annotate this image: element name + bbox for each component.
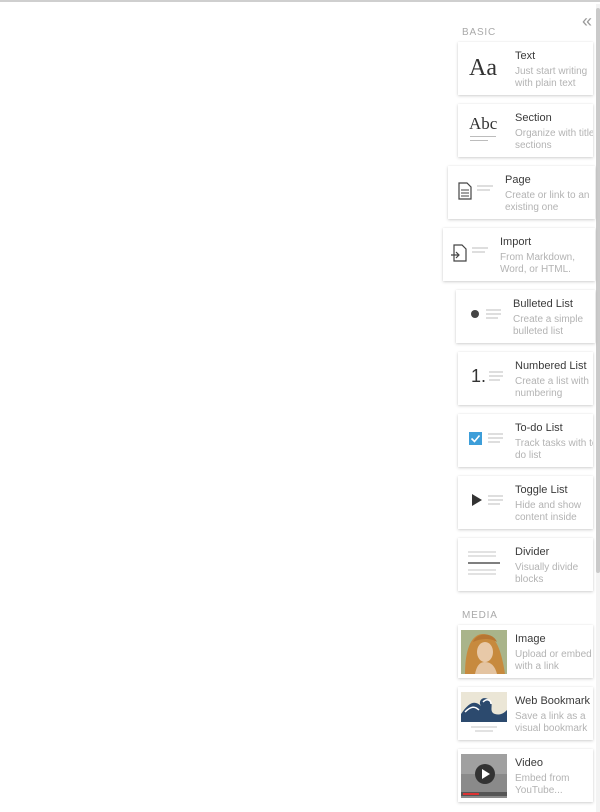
section-icon-glyph: Abc [469, 114, 498, 133]
text-icon-glyph: Aa [469, 55, 497, 81]
block-title: Import [500, 236, 532, 248]
block-video[interactable]: Video Embed from YouTube... [458, 749, 593, 802]
block-title: Image [515, 633, 546, 645]
block-title: Web Bookmark [515, 695, 590, 707]
block-description: Visually divide blocks [515, 562, 579, 585]
block-description: Save a link as a visual bookmark [515, 711, 588, 734]
block-title: Toggle List [515, 484, 568, 496]
block-description: Just start writing with plain text [515, 66, 588, 89]
page-icon [448, 166, 501, 219]
scrollbar-thumb[interactable] [596, 8, 600, 573]
numbered-list-icon: 1. [458, 352, 511, 405]
block-page[interactable]: Page Create or link to an existing one [448, 166, 595, 219]
block-title: Section [515, 112, 552, 124]
block-description: Upload or embed with a link [515, 649, 592, 672]
block-title: Video [515, 757, 543, 769]
block-section[interactable]: Abc Section Organize with titled section… [458, 104, 593, 157]
block-numbered-list[interactable]: 1. Numbered List Create a list with numb… [458, 352, 593, 405]
block-description: Create or link to an existing one [505, 190, 590, 213]
block-description: Organize with titled sections [515, 128, 593, 151]
bookmark-thumbnail [458, 687, 511, 740]
block-title: Divider [515, 546, 550, 558]
block-title: Numbered List [515, 360, 587, 372]
block-title: To-do List [515, 422, 563, 434]
block-todo-list[interactable]: To-do List Track tasks with to-do list [458, 414, 593, 467]
block-web-bookmark[interactable]: Web Bookmark Save a link as a visual boo… [458, 687, 593, 740]
bulleted-list-icon [456, 290, 509, 343]
block-title: Bulleted List [513, 298, 573, 310]
divider-icon [458, 538, 511, 591]
section-label-media: MEDIA [462, 610, 498, 621]
section-icon: Abc [458, 104, 511, 157]
block-description: Create a list with numbering [515, 376, 589, 399]
toggle-triangle-icon [458, 476, 511, 529]
portrait-image-icon [461, 630, 507, 674]
checkbox-icon [458, 414, 511, 467]
wave-image-icon [461, 692, 507, 736]
block-divider[interactable]: Divider Visually divide blocks [458, 538, 593, 591]
block-title: Text [515, 50, 536, 62]
video-play-icon [461, 754, 507, 798]
block-text[interactable]: Aa Text Just start writing with plain te… [458, 42, 593, 95]
section-label-basic: BASIC [462, 27, 497, 38]
import-icon [443, 228, 496, 281]
block-description: From Markdown, Word, or HTML. [500, 252, 576, 275]
video-thumbnail [458, 749, 511, 802]
block-description: Hide and show content inside [515, 500, 582, 523]
block-description: Create a simple bulleted list [513, 314, 584, 337]
text-icon: Aa [458, 42, 511, 95]
collapse-sidebar-icon[interactable]: « [582, 12, 592, 30]
block-description: Embed from YouTube... [515, 773, 570, 796]
top-border [0, 0, 600, 2]
block-import[interactable]: Import From Markdown, Word, or HTML. [443, 228, 595, 281]
block-title: Page [505, 174, 531, 186]
block-bulleted-list[interactable]: Bulleted List Create a simple bulleted l… [456, 290, 595, 343]
block-image[interactable]: Image Upload or embed with a link [458, 625, 593, 678]
image-thumbnail [458, 625, 511, 678]
block-description: Track tasks with to-do list [515, 438, 593, 461]
block-toggle-list[interactable]: Toggle List Hide and show content inside [458, 476, 593, 529]
